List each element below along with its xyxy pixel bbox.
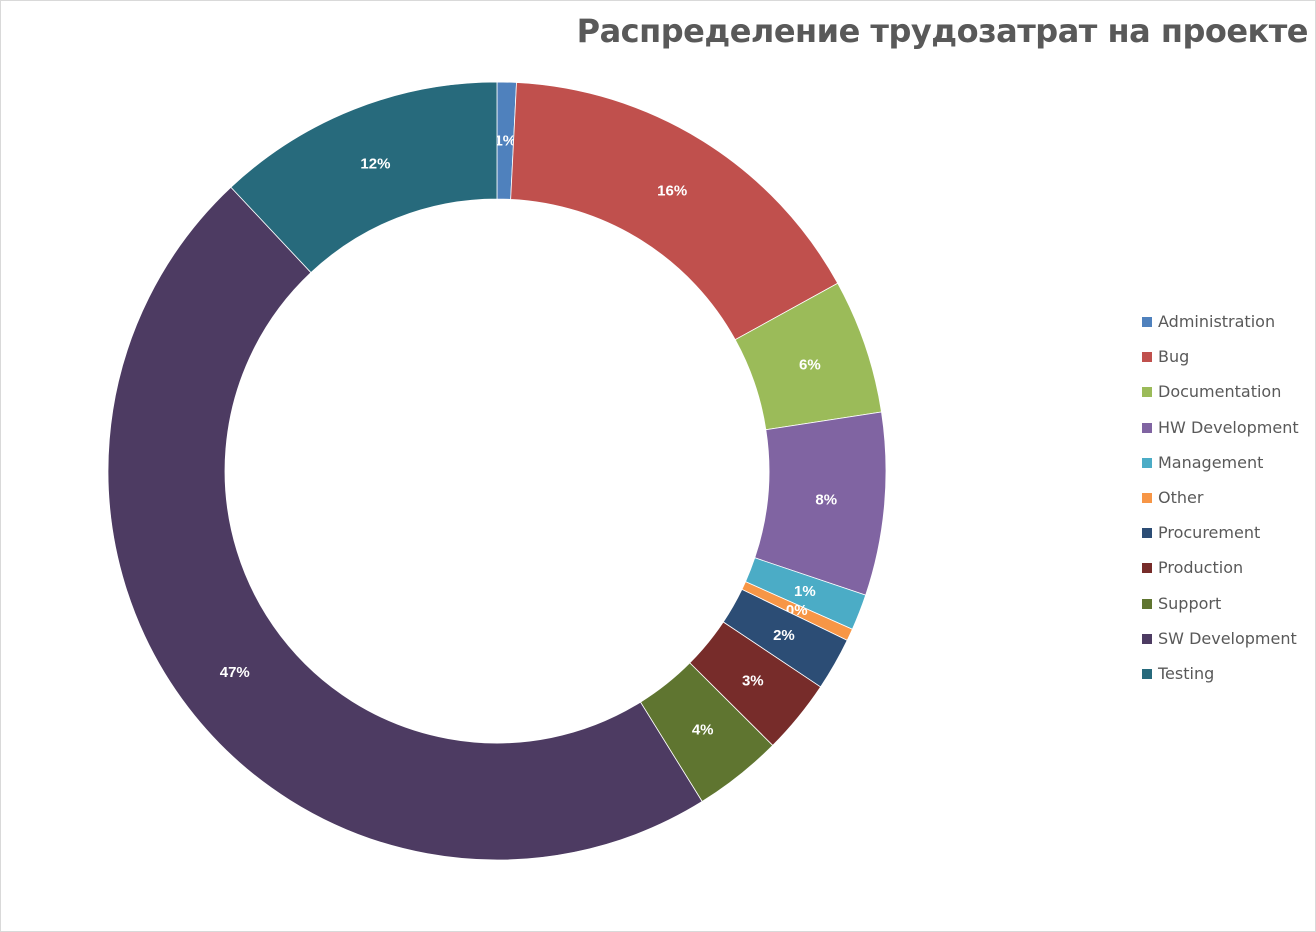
legend-label: HW Development xyxy=(1158,417,1299,437)
legend-label: Documentation xyxy=(1158,382,1282,402)
legend-item: Testing xyxy=(1142,664,1299,699)
legend-swatch xyxy=(1142,563,1152,574)
data-label: 4% xyxy=(692,722,714,739)
legend-label: Management xyxy=(1158,452,1264,472)
data-label: 8% xyxy=(815,491,837,508)
legend: Administration Bug Documentation HW Develop… xyxy=(1142,312,1299,699)
legend-label: Other xyxy=(1158,487,1204,507)
legend-swatch xyxy=(1142,387,1152,398)
legend-swatch xyxy=(1142,352,1152,363)
data-label: 2% xyxy=(773,627,795,644)
data-label: 47% xyxy=(220,664,250,681)
legend-item: Other xyxy=(1142,488,1299,523)
legend-item: Production xyxy=(1142,558,1299,593)
legend-item: SW Development xyxy=(1142,629,1299,664)
legend-item: Administration xyxy=(1142,312,1299,347)
legend-swatch xyxy=(1142,633,1152,644)
data-label: 1% xyxy=(794,583,816,600)
data-label: 12% xyxy=(360,156,390,173)
legend-label: Support xyxy=(1158,593,1222,613)
legend-swatch xyxy=(1142,422,1152,433)
legend-label: Testing xyxy=(1158,663,1215,683)
legend-swatch xyxy=(1142,598,1152,609)
legend-label: Administration xyxy=(1158,312,1276,331)
legend-swatch xyxy=(1142,457,1152,468)
legend-item: Documentation xyxy=(1142,382,1299,417)
data-label: 3% xyxy=(742,672,764,689)
slice-bug xyxy=(510,82,839,341)
slice-sw-development xyxy=(107,186,703,861)
data-label: 6% xyxy=(799,357,821,374)
legend-item: Procurement xyxy=(1142,523,1299,558)
legend-swatch xyxy=(1142,668,1152,679)
legend-swatch xyxy=(1142,317,1152,327)
donut-chart: 1%16%6%8%1%0%2%3%4%47%12% xyxy=(107,81,887,861)
legend-item: HW Development xyxy=(1142,418,1299,453)
legend-label: Bug xyxy=(1158,347,1190,367)
legend-label: Procurement xyxy=(1158,523,1261,543)
legend-swatch xyxy=(1142,492,1152,503)
legend-item: Support xyxy=(1142,594,1299,629)
legend-label: SW Development xyxy=(1158,628,1297,648)
legend-label: Production xyxy=(1158,558,1244,578)
legend-item: Management xyxy=(1142,453,1299,488)
legend-item: Bug xyxy=(1142,347,1299,382)
data-label: 16% xyxy=(657,183,687,200)
legend-swatch xyxy=(1142,528,1152,539)
